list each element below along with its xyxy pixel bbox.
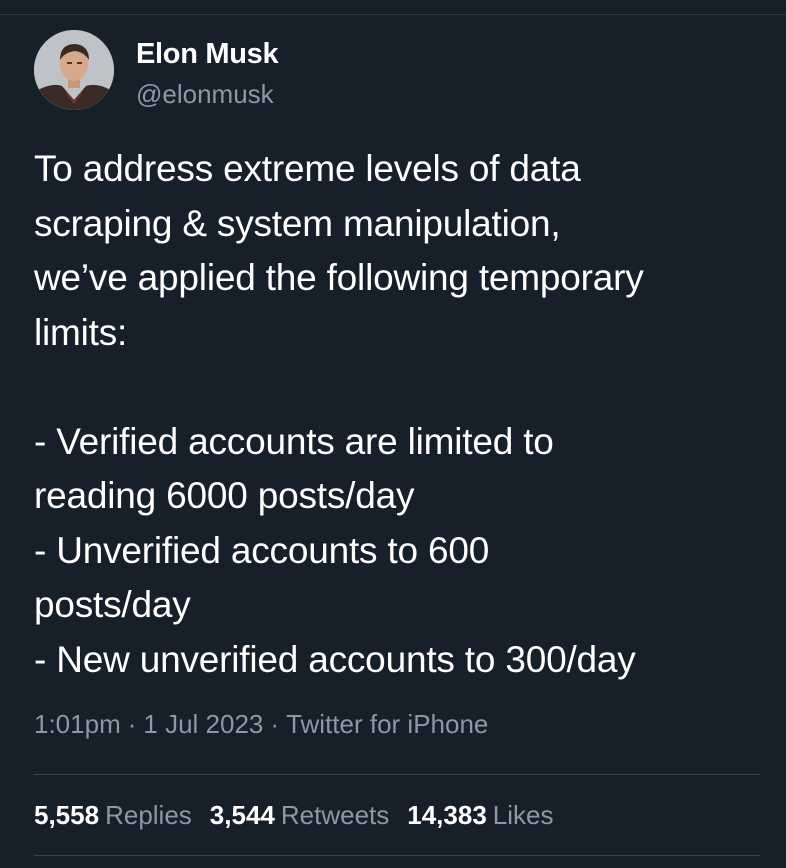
stats-bottom-divider — [34, 855, 760, 856]
likes-count: 14,383 — [407, 800, 487, 830]
replies-stat[interactable]: 5,558 Replies — [34, 797, 192, 833]
retweets-count: 3,544 — [209, 800, 275, 830]
replies-label: Replies — [105, 800, 192, 830]
avatar[interactable] — [34, 30, 114, 110]
replies-count: 5,558 — [34, 800, 100, 830]
tweet-text: To address extreme levels of data scrapi… — [34, 148, 644, 680]
retweets-stat[interactable]: 3,544 Retweets — [210, 797, 389, 833]
tweet-author[interactable]: Elon Musk @elonmusk — [34, 30, 760, 112]
author-handle[interactable]: @elonmusk — [136, 76, 278, 112]
tweet-date[interactable]: 1 Jul 2023 — [143, 709, 263, 739]
tweet-stats: 5,558 Replies 3,544 Retweets 14,383 Likes — [34, 797, 554, 833]
meta-separator: · — [127, 709, 137, 739]
tweet: Elon Musk @elonmusk To address extreme l… — [34, 30, 760, 741]
tweet-time[interactable]: 1:01pm — [34, 709, 121, 739]
tweet-source[interactable]: Twitter for iPhone — [286, 709, 488, 739]
tweet-meta: 1:01pm · 1 Jul 2023 · Twitter for iPhone — [34, 707, 760, 741]
retweets-label: Retweets — [280, 800, 390, 830]
author-display-name[interactable]: Elon Musk — [136, 36, 279, 72]
likes-label: Likes — [492, 800, 554, 830]
author-names: Elon Musk @elonmusk — [136, 36, 279, 112]
meta-separator: · — [270, 709, 280, 739]
stats-top-divider — [34, 774, 760, 775]
top-divider — [0, 14, 786, 15]
likes-stat[interactable]: 14,383 Likes — [407, 797, 553, 833]
